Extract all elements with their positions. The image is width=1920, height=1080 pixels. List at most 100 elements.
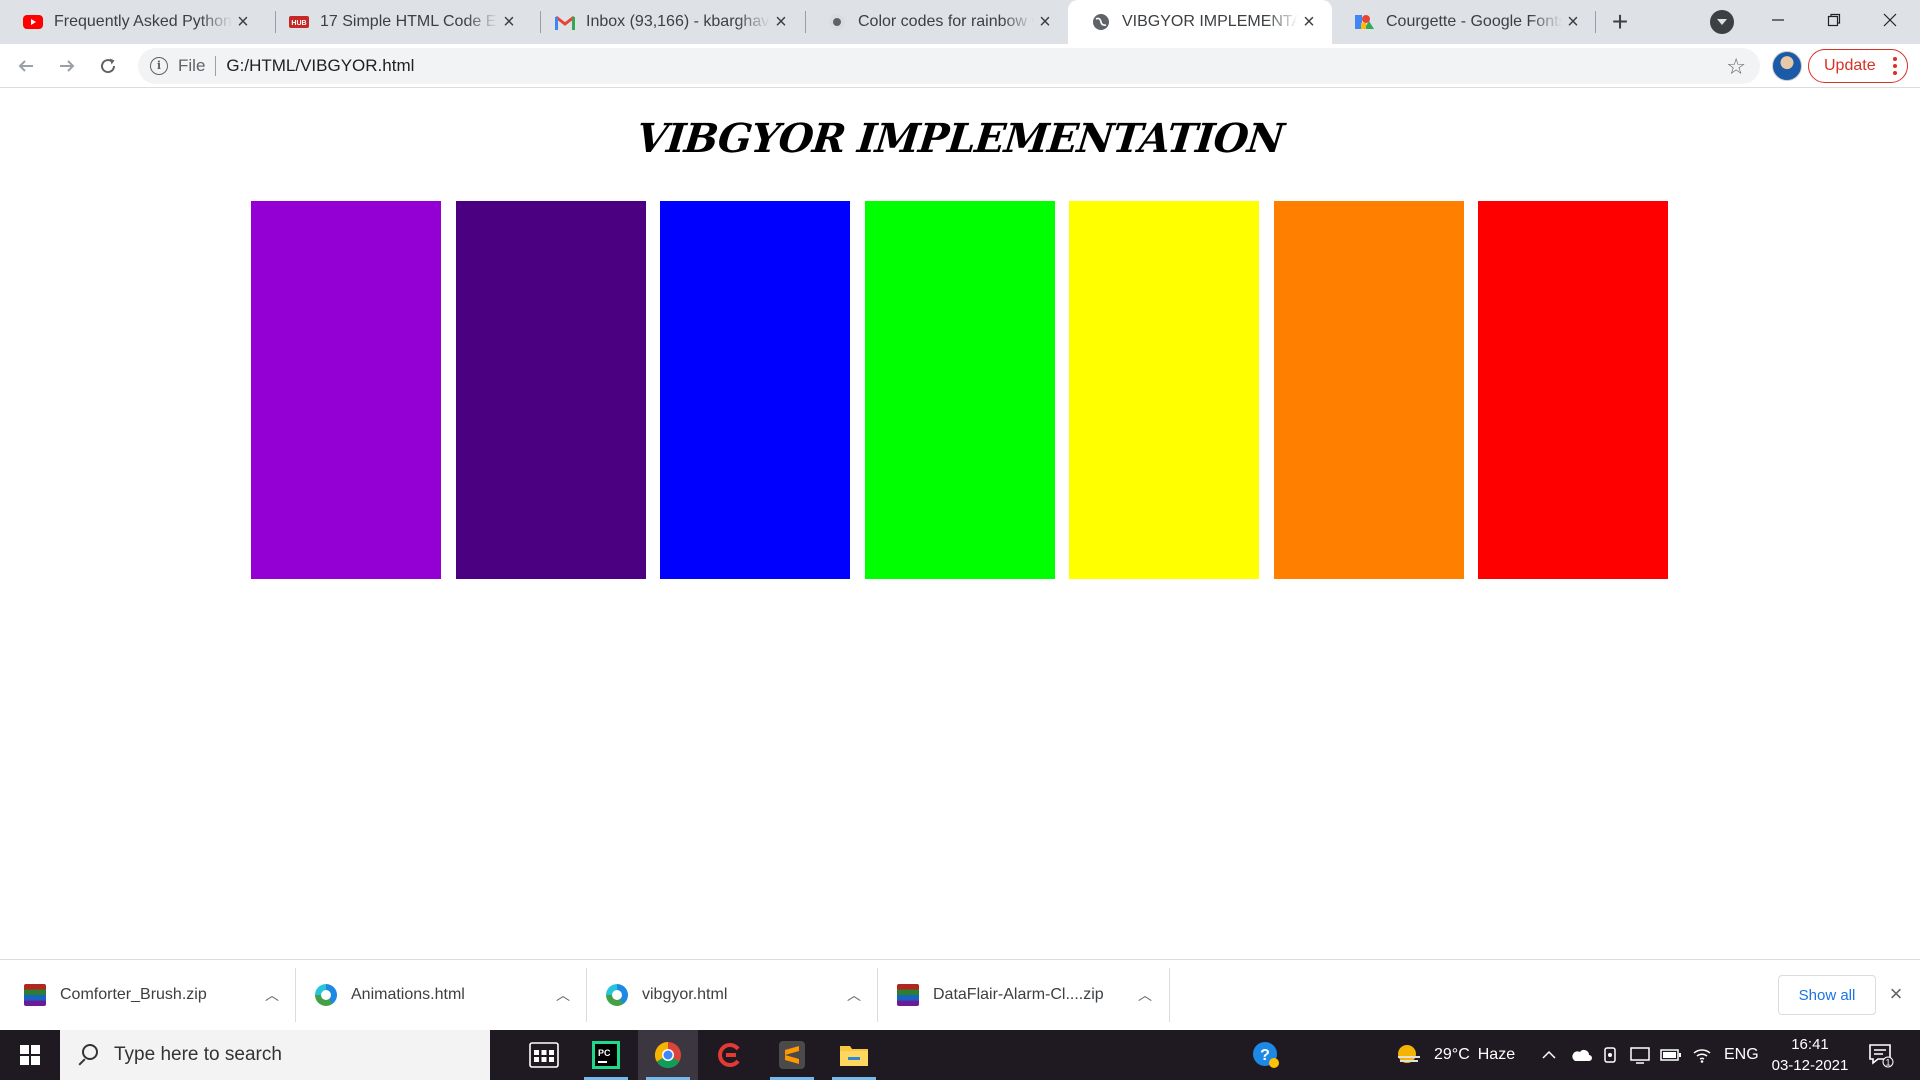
taskbar-app-c[interactable] [700,1030,760,1080]
download-item[interactable]: Comforter_Brush.zip ︿ [0,968,292,1022]
svg-text:?: ? [1260,1047,1270,1064]
close-icon[interactable]: × [498,11,520,33]
weather-haze-icon [1398,1045,1420,1063]
chevron-up-icon[interactable]: ︿ [543,985,583,1005]
menu-dots-icon [1893,57,1897,77]
download-filename: Animations.html [351,986,465,1003]
windows-logo-icon [20,1045,40,1065]
help-icon[interactable]: ? [1252,1030,1280,1080]
system-clock[interactable]: 16:41 03-12-2021 [1762,1034,1858,1076]
youtube-icon [22,11,44,33]
download-item[interactable]: DataFlair-Alarm-Cl....zip ︿ [873,968,1165,1022]
tab-search-icon[interactable] [1710,10,1734,34]
edge-icon [315,984,337,1006]
zip-icon [897,984,919,1006]
taskbar-sublime[interactable] [762,1030,822,1080]
show-hidden-icons-button[interactable] [1542,1030,1556,1080]
action-center-button[interactable]: 1 [1868,1030,1894,1080]
tab-title: Frequently Asked Python Pr [54,13,232,30]
new-tab-button[interactable]: + [1604,7,1636,39]
color-bar-indigo [456,201,646,579]
restore-button[interactable] [1806,0,1862,40]
url-divider [215,56,217,76]
forward-button[interactable] [53,52,81,80]
download-divider [1169,968,1170,1022]
download-item[interactable]: vibgyor.html ︿ [582,968,874,1022]
tab-html-examples[interactable]: HUB 17 Simple HTML Code Exam × [266,0,532,44]
taskbar-search[interactable]: Type here to search [60,1030,490,1080]
update-button[interactable]: Update [1808,49,1908,83]
taskbar-file-explorer[interactable] [824,1030,884,1080]
color-bar-green [865,201,1055,579]
bookmark-star-icon[interactable]: ☆ [1726,54,1746,80]
tab-title: Courgette - Google Fonts [1386,13,1562,30]
reload-button[interactable] [94,52,122,80]
forward-arrow-icon [60,60,75,72]
svg-text:PC: PC [598,1048,611,1058]
chevron-up-icon[interactable]: ︿ [834,985,874,1005]
gmail-icon [554,11,576,33]
download-item[interactable]: Animations.html ︿ [291,968,583,1022]
address-bar[interactable]: i File G:/HTML/VIBGYOR.html ☆ [138,48,1760,84]
site-info-icon[interactable]: i [150,57,168,75]
minimize-button[interactable] [1750,0,1806,40]
reload-icon [101,58,116,74]
weather-condition: Haze [1477,1046,1516,1063]
profile-avatar[interactable] [1772,51,1802,81]
folder-icon [840,1046,868,1066]
close-icon[interactable]: × [1298,11,1320,33]
language-indicator[interactable]: ENG [1724,1030,1759,1080]
close-icon[interactable]: × [1884,982,1908,1006]
tab-divider [1595,11,1596,33]
tab-color-codes[interactable]: Color codes for rainbow vib × [804,0,1068,44]
google-fonts-icon [1354,11,1376,33]
chevron-up-icon[interactable]: ︿ [1125,985,1165,1005]
url-text[interactable]: G:/HTML/VIBGYOR.html [226,56,414,76]
weather-widget[interactable]: 29°C Haze [1396,1030,1515,1080]
color-bar-blue [660,201,850,579]
page-icon [826,11,848,33]
close-icon[interactable]: × [1562,11,1584,33]
tab-vibgyor[interactable]: VIBGYOR IMPLEMENTATION × [1068,0,1332,44]
task-view-button[interactable] [514,1030,574,1080]
close-icon[interactable]: × [232,11,254,33]
search-placeholder: Type here to search [114,1044,282,1065]
tab-title: VIBGYOR IMPLEMENTATION [1122,13,1298,30]
meet-now-icon[interactable] [1602,1030,1620,1080]
tab-title: 17 Simple HTML Code Exam [320,13,498,30]
wifi-icon[interactable] [1692,1030,1712,1080]
display-icon[interactable] [1630,1030,1650,1080]
pycharm-icon: PC [592,1041,620,1069]
weather-temp: 29°C [1434,1046,1470,1063]
browser-toolbar: i File G:/HTML/VIBGYOR.html ☆ Update [0,44,1920,88]
tab-gmail[interactable]: Inbox (93,166) - kbarghavpa × [532,0,804,44]
color-bar-yellow [1069,201,1259,579]
back-button[interactable] [12,52,40,80]
close-window-button[interactable] [1862,0,1918,40]
task-view-icon [529,1042,559,1068]
download-filename: Comforter_Brush.zip [60,986,207,1003]
battery-icon[interactable] [1660,1030,1682,1080]
edge-icon [606,984,628,1006]
color-bar-violet [251,201,441,579]
page-title: VIBGYOR IMPLEMENTATION [634,115,1286,162]
onedrive-icon[interactable] [1570,1030,1592,1080]
tab-google-fonts[interactable]: Courgette - Google Fonts × [1332,0,1596,44]
hub-icon: HUB [288,11,310,33]
globe-icon [1090,11,1112,33]
notification-icon: 1 [1869,1044,1894,1068]
close-icon[interactable]: × [770,11,792,33]
page-content: VIBGYOR IMPLEMENTATION [0,89,1920,959]
windows-taskbar: Type here to search PC ? 29°C Haze ENG 1… [0,1030,1920,1080]
start-button[interactable] [0,1030,60,1080]
color-bar-orange [1274,201,1464,579]
tab-youtube[interactable]: Frequently Asked Python Pr × [0,0,266,44]
taskbar-pycharm[interactable]: PC [576,1030,636,1080]
svg-text:HUB: HUB [291,20,306,27]
update-label: Update [1824,57,1876,74]
close-icon[interactable]: × [1034,11,1056,33]
c-app-icon [718,1043,740,1067]
taskbar-chrome[interactable] [638,1030,698,1080]
show-all-button[interactable]: Show all [1778,975,1876,1015]
chevron-up-icon[interactable]: ︿ [252,985,292,1005]
